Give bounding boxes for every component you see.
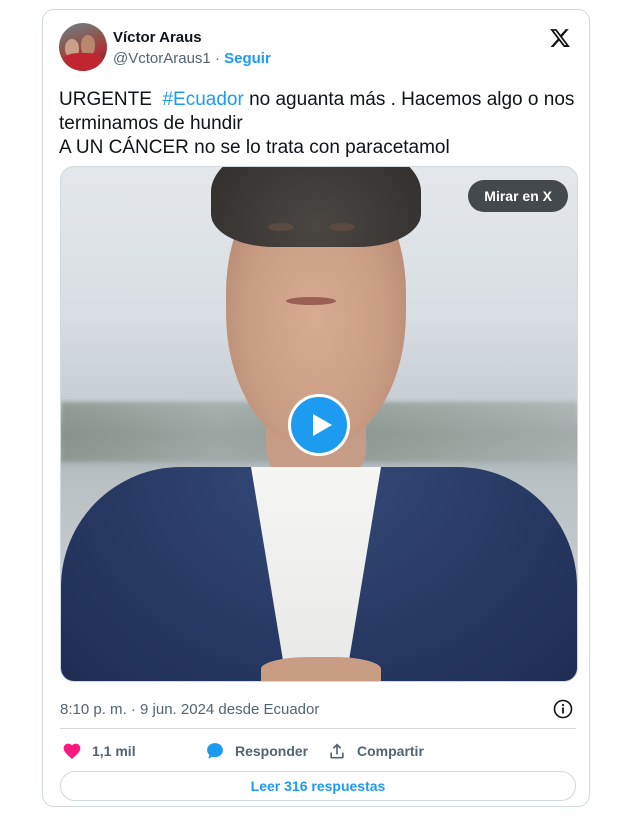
play-icon <box>313 414 332 436</box>
divider <box>60 728 576 729</box>
info-icon[interactable] <box>553 699 573 719</box>
tweet-card: Víctor Araus @VctorAraus1 · Seguir URGEN… <box>42 9 590 807</box>
author-handle-line: @VctorAraus1 · Seguir <box>113 50 271 67</box>
play-button[interactable] <box>288 394 350 456</box>
video-player[interactable]: Mirar en X <box>60 166 578 682</box>
reply-label: Responder <box>235 743 309 759</box>
x-logo-icon[interactable] <box>549 27 571 49</box>
share-label: Compartir <box>357 743 424 759</box>
handle-separator: · <box>214 50 220 67</box>
like-count: 1,1 mil <box>92 743 136 759</box>
share-icon <box>330 743 344 759</box>
tweet-text-part1: URGENTE <box>59 89 163 110</box>
follow-button[interactable]: Seguir <box>224 50 271 67</box>
heart-icon <box>63 743 81 759</box>
read-replies-button[interactable]: Leer 316 respuestas <box>60 771 576 801</box>
tweet-text: URGENTE #Ecuador no aguanta más . Hacemo… <box>59 88 575 160</box>
tweet-text-line2: A UN CÁNCER no se lo trata con paracetam… <box>59 137 450 158</box>
comment-icon <box>207 743 223 759</box>
author-handle[interactable]: @VctorAraus1 <box>113 50 211 67</box>
hashtag-link[interactable]: #Ecuador <box>162 89 243 110</box>
author-name[interactable]: Víctor Araus <box>113 29 202 46</box>
watch-on-x-button[interactable]: Mirar en X <box>468 180 568 212</box>
timestamp[interactable]: 8:10 p. m. · 9 jun. 2024 desde Ecuador <box>60 701 319 718</box>
avatar[interactable] <box>59 23 107 71</box>
